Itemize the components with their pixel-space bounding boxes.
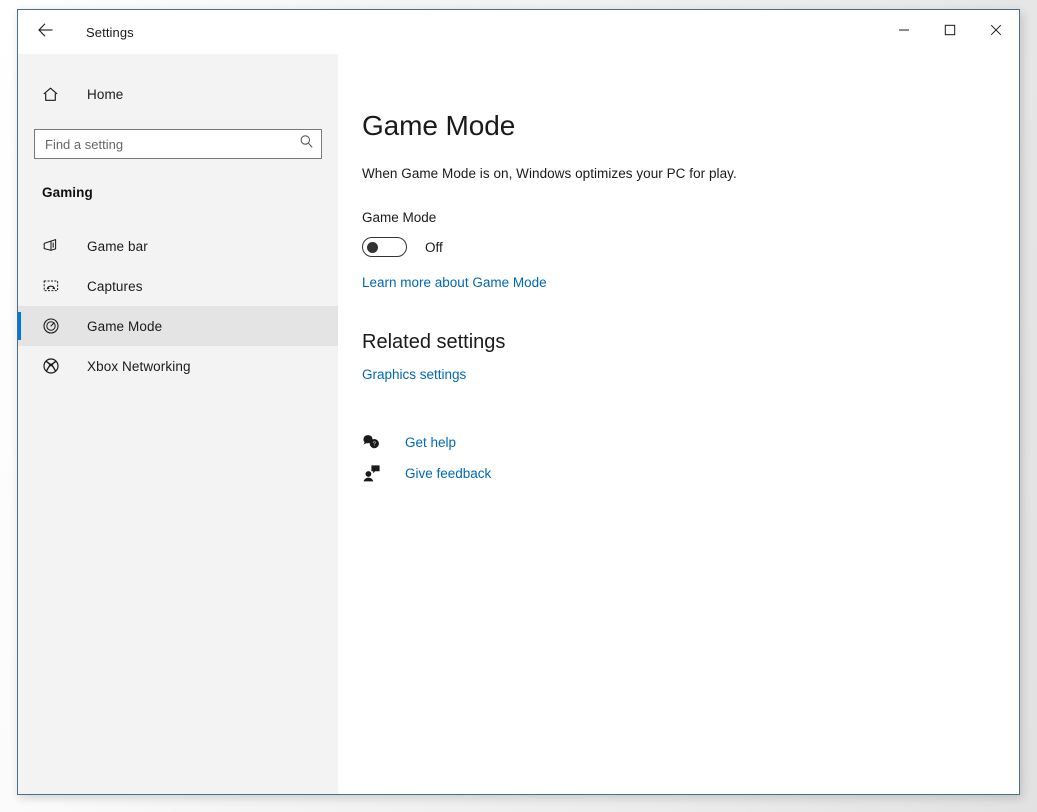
search-box[interactable] [34,129,322,159]
search-icon [299,134,314,154]
give-feedback-label[interactable]: Give feedback [405,466,491,481]
back-arrow-icon [37,21,55,44]
maximize-icon [944,23,956,41]
back-button[interactable] [24,10,68,54]
page-description: When Game Mode is on, Windows optimizes … [362,166,737,181]
toggle-state-label: Off [425,239,443,255]
support-links: ? Get help Give feedback [362,430,1019,485]
minimize-button[interactable] [881,10,927,54]
sidebar: Home Gaming [18,54,338,794]
game-mode-toggle[interactable] [362,237,407,257]
give-feedback-row[interactable]: Give feedback [362,461,1019,485]
graphics-settings-link[interactable]: Graphics settings [362,367,466,382]
close-button[interactable] [973,10,1019,54]
window-title: Settings [86,24,134,40]
close-icon [990,23,1002,41]
sidebar-item-game-bar[interactable]: Game bar [18,226,338,266]
title-bar: Settings [18,10,1019,54]
game-mode-icon [42,317,64,335]
sidebar-item-game-mode[interactable]: Game Mode [18,306,338,346]
sidebar-item-xbox-networking[interactable]: Xbox Networking [18,346,338,386]
sidebar-item-game-bar-label: Game bar [87,238,148,254]
page-title: Game Mode [362,110,516,141]
maximize-button[interactable] [927,10,973,54]
minimize-icon [898,23,910,41]
search-input[interactable] [35,136,291,152]
sidebar-item-captures-label: Captures [87,278,143,294]
svg-text:?: ? [373,441,376,447]
sidebar-item-captures[interactable]: Captures [18,266,338,306]
search-button[interactable] [291,134,321,154]
window-body: Home Gaming [18,54,1019,794]
game-mode-toggle-row: Off [362,237,1019,257]
captures-icon [42,277,64,295]
game-bar-icon [42,237,64,255]
sidebar-category-title: Gaming [42,185,93,200]
settings-window: Settings Home Find a setting Gaming Game… [17,9,1020,795]
sidebar-item-xbox-networking-label: Xbox Networking [87,358,191,374]
give-feedback-icon [362,464,384,483]
toggle-label: Game Mode [362,210,437,225]
related-settings-title: Related settings [362,331,506,353]
get-help-row[interactable]: ? Get help [362,430,1019,454]
xbox-icon [42,357,64,375]
get-help-label[interactable]: Get help [405,435,456,450]
learn-more-link[interactable]: Learn more about Game Mode [362,275,547,290]
content-pane: Game Mode When Game Mode is on, Windows … [338,54,1019,794]
sidebar-item-home[interactable]: Home [18,77,338,111]
sidebar-item-game-mode-label: Game Mode [87,318,163,334]
sidebar-nav-list: Game bar Captures Game Mode Xbox Network… [18,226,338,386]
get-help-icon: ? [362,433,384,452]
window-controls [881,10,1019,54]
sidebar-item-home-label: Home [87,86,124,102]
toggle-knob [367,241,378,253]
home-icon [42,86,64,103]
